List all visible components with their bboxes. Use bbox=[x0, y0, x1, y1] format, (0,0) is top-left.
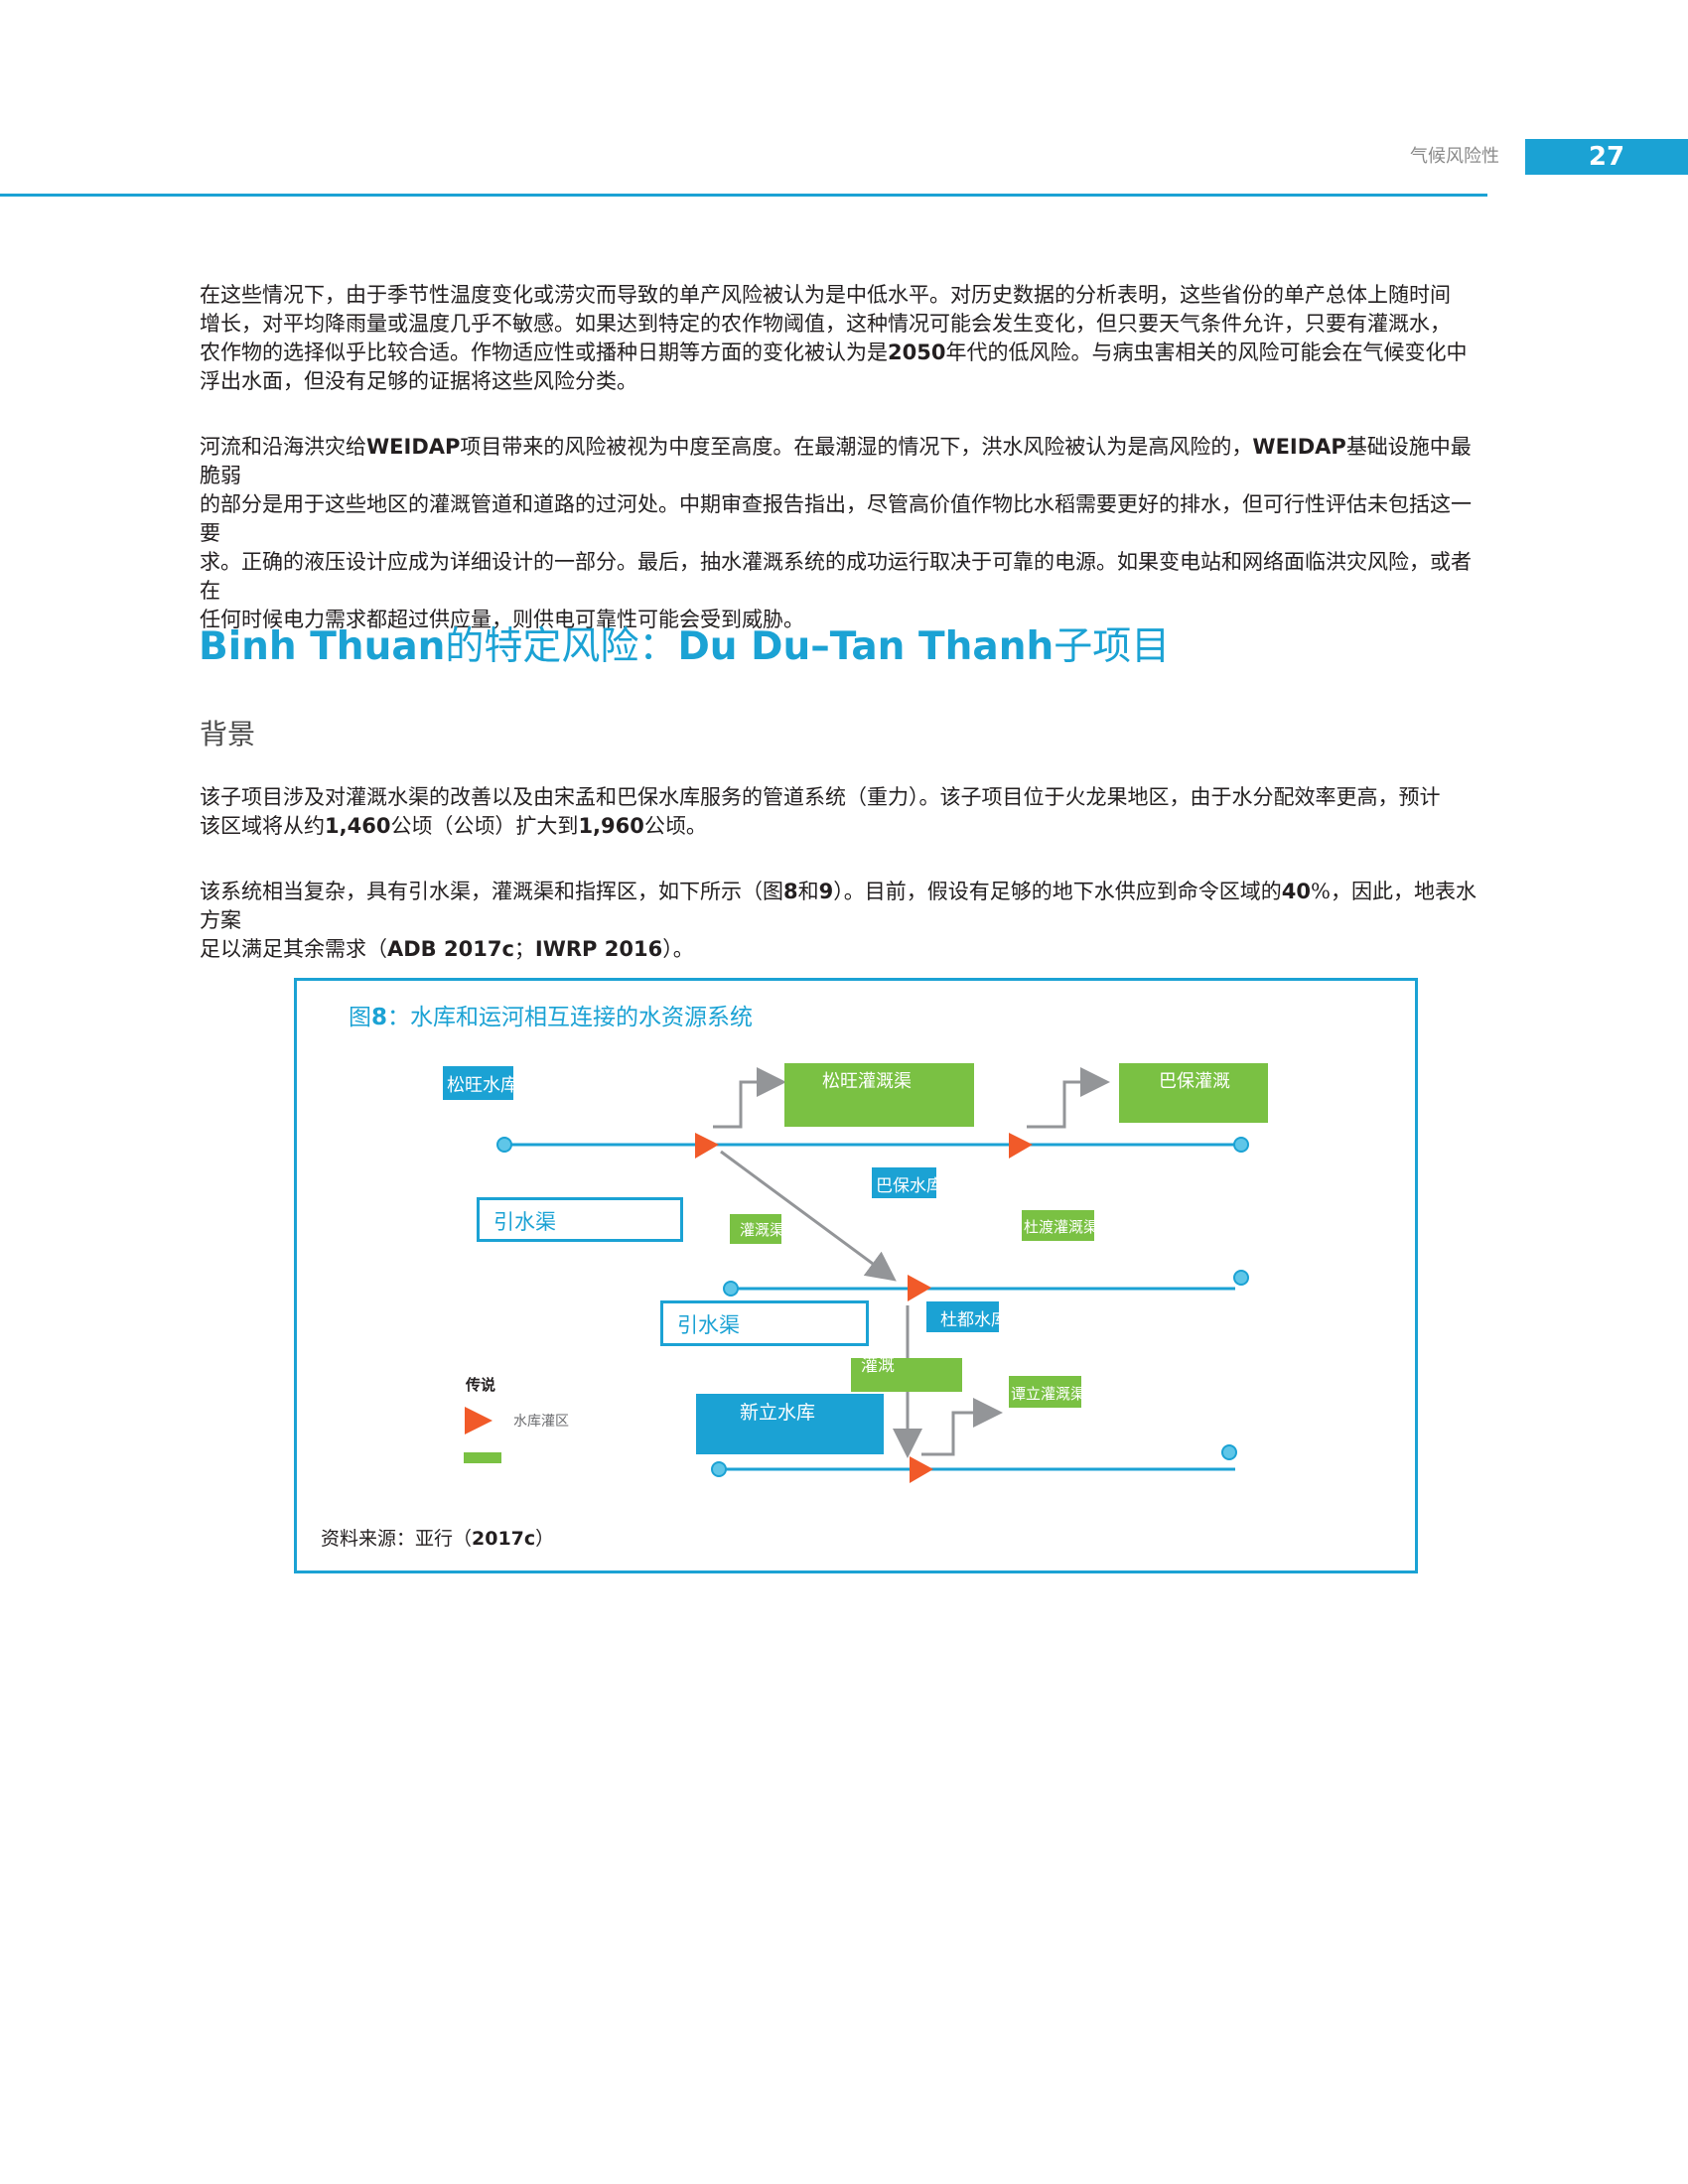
text-line: 该子项目涉及对灌溉水渠的改善以及由宋孟和巴保水库服务的管道系统（重力）。该子项目… bbox=[200, 785, 1441, 809]
text-line: 该区域将从约1,460公顷（公顷）扩大到1,960公顷。 bbox=[200, 814, 707, 838]
text-line: 河流和沿海洪灾给WEIDAP项目带来的风险被视为中度至高度。在最潮湿的情况下，洪… bbox=[200, 435, 1472, 487]
section-title: Binh Thuan的特定风险：Du Du–Tan Thanh子项目 bbox=[199, 624, 1171, 669]
legend-triangle-symbol bbox=[465, 1407, 492, 1434]
box-song-vang-reservoir: 松旺水库 bbox=[443, 1066, 513, 1100]
paragraph-subproject: 该子项目涉及对灌溉水渠的改善以及由宋孟和巴保水库服务的管道系统（重力）。该子项目… bbox=[200, 783, 1490, 841]
subheading-background: 背景 bbox=[200, 718, 256, 751]
box-irrigation-small: 灌溉 bbox=[851, 1358, 962, 1392]
running-header-title: 气候风险性 bbox=[1410, 146, 1499, 167]
box-song-vang-irrigation: 松旺灌溉渠 bbox=[784, 1063, 974, 1127]
text-line: 在这些情况下，由于季节性温度变化或涝灾而导致的单产风险被认为是中低水平。对历史数… bbox=[200, 283, 1451, 307]
node-end bbox=[711, 1461, 727, 1477]
page-number-badge: 27 bbox=[1525, 139, 1688, 175]
paragraph-system: 该系统相当复杂，具有引水渠，灌溉渠和指挥区，如下所示（图8和9）。目前，假设有足… bbox=[200, 878, 1490, 964]
paragraph-flood-risk: 河流和沿海洪灾给WEIDAP项目带来的风险被视为中度至高度。在最潮湿的情况下，洪… bbox=[200, 433, 1490, 634]
box-diversion-canal-1: 引水渠 bbox=[477, 1197, 683, 1242]
legend-label-reservoir-command: 水库灌区 bbox=[513, 1414, 569, 1430]
text-line: 足以满足其余需求（ADB 2017c；IWRP 2016）。 bbox=[200, 937, 694, 961]
header-rule bbox=[0, 194, 1487, 197]
box-ba-bao-irrigation: 巴保灌溉 bbox=[1119, 1063, 1268, 1123]
legend-green-symbol bbox=[464, 1452, 501, 1463]
box-ba-bao-reservoir: 巴保水库 bbox=[872, 1167, 936, 1198]
box-du-du-reservoir: 杜都水库 bbox=[926, 1301, 999, 1332]
flow-arrow bbox=[921, 1398, 1003, 1456]
node-end bbox=[1221, 1444, 1237, 1460]
node-end bbox=[723, 1281, 739, 1297]
reservoir-command-triangle bbox=[1009, 1133, 1033, 1159]
box-tan-lap-reservoir: 新立水库 bbox=[696, 1394, 884, 1454]
legend-title: 传说 bbox=[466, 1376, 496, 1394]
node-end bbox=[1233, 1137, 1249, 1153]
text-line: 增长，对平均降雨量或温度几乎不敏感。如果达到特定的农作物阈值，这种情况可能会发生… bbox=[200, 312, 1451, 336]
flow-arrow bbox=[713, 1067, 786, 1129]
box-tan-lap-irrigation: 谭立灌溉渠 bbox=[1009, 1376, 1081, 1408]
text-line: 农作物的选择似乎比较合适。作物适应性或播种日期等方面的变化被认为是2050年代的… bbox=[200, 341, 1468, 364]
node-end bbox=[1233, 1270, 1249, 1286]
text-line: 浮出水面，但没有足够的证据将这些风险分类。 bbox=[200, 369, 637, 393]
reservoir-command-triangle bbox=[908, 1275, 931, 1301]
reservoir-command-triangle bbox=[695, 1133, 719, 1159]
text-line: 求。正确的液压设计应成为详细设计的一部分。最后，抽水灌溉系统的成功运行取决于可靠… bbox=[200, 550, 1472, 603]
flow-arrow bbox=[1027, 1067, 1110, 1129]
box-diversion-canal-2: 引水渠 bbox=[660, 1300, 869, 1346]
figure-source: 资料来源：亚行（2017c） bbox=[321, 1528, 555, 1550]
node-end bbox=[496, 1137, 512, 1153]
box-irrigation-canal: 灌溉渠 bbox=[730, 1214, 781, 1244]
text-line: 该系统相当复杂，具有引水渠，灌溉渠和指挥区，如下所示（图8和9）。目前，假设有足… bbox=[200, 880, 1477, 932]
paragraph-yield-risk: 在这些情况下，由于季节性温度变化或涝灾而导致的单产风险被认为是中低水平。对历史数… bbox=[200, 281, 1490, 396]
text-line: 的部分是用于这些地区的灌溉管道和道路的过河处。中期审查报告指出，尽管高价值作物比… bbox=[200, 492, 1472, 545]
box-du-du-irrigation: 杜渡灌溉渠 bbox=[1022, 1210, 1094, 1241]
reservoir-command-triangle bbox=[910, 1456, 933, 1483]
